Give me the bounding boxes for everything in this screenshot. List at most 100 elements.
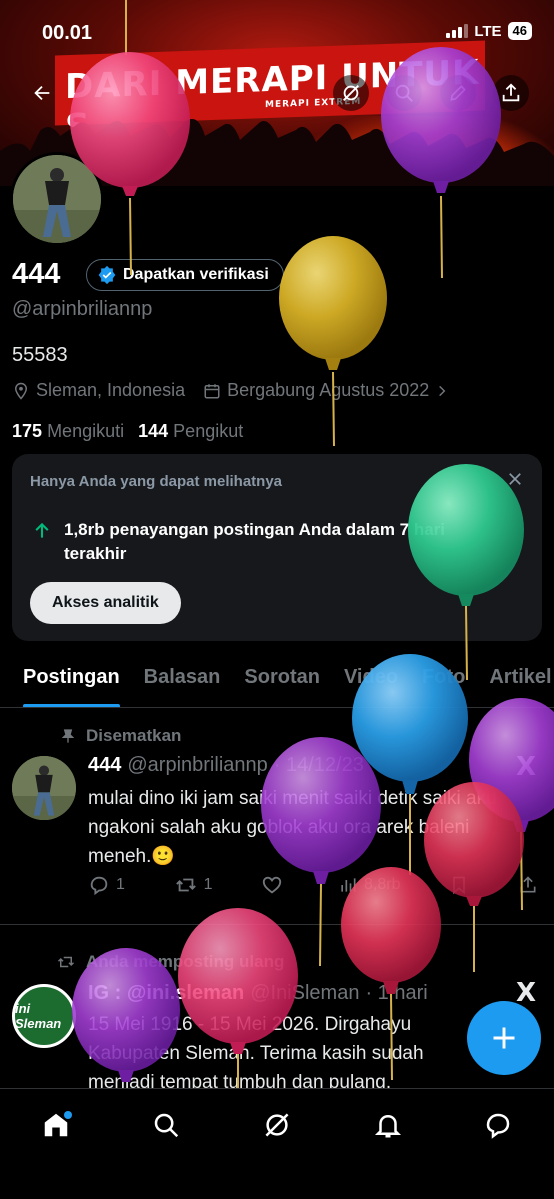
repost-count: 1 <box>203 876 213 893</box>
views-count: 8,8rb <box>364 876 401 893</box>
analytics-access-button[interactable]: Akses analitik <box>30 582 181 624</box>
only-you-label: Hanya Anda yang dapat melihatnya <box>30 473 283 490</box>
battery-level: 46 <box>507 22 532 40</box>
post-author-handle[interactable]: @arpinbriliannp <box>127 754 267 777</box>
post-author-name[interactable]: 444 <box>88 754 121 777</box>
get-verified-button[interactable]: Dapatkan verifikasi <box>86 259 284 291</box>
search-button[interactable] <box>386 75 422 111</box>
following-link[interactable]: 175 Mengikuti <box>12 421 124 442</box>
calendar-icon <box>204 383 220 398</box>
nav-messages[interactable] <box>478 1105 518 1145</box>
post-header: 444 @arpinbriliannp · 14/12/23 <box>88 754 364 777</box>
search-icon <box>395 84 413 102</box>
repost-icon <box>57 956 75 968</box>
nav-home[interactable] <box>36 1105 76 1145</box>
post-avatar-figure <box>12 756 76 820</box>
analytics-stat-text: 1,8rb penayangan postingan Anda dalam 7 … <box>64 520 446 563</box>
profile-name: 444 <box>12 258 61 290</box>
status-time: 00.01 <box>42 22 93 44</box>
grok-icon <box>343 85 359 101</box>
post-text[interactable]: mulai dino iki jam saiki menit saiki det… <box>88 784 518 871</box>
share-post-button[interactable] <box>518 874 538 896</box>
grok-button[interactable] <box>333 75 369 111</box>
location-icon <box>14 382 28 400</box>
tab-posts[interactable]: Postingan <box>23 660 120 707</box>
signal-icon <box>446 24 469 38</box>
avatar-figure <box>13 155 101 243</box>
analytics-stat: 1,8rb penayangan postingan Anda dalam 7 … <box>32 518 452 566</box>
repost-text[interactable]: 15 Mei 1916 - 15 Mei 2026. Dirgahayu Kab… <box>88 1010 468 1097</box>
repost-header: IG : @ini.sleman @IniSleman · 1 hari <box>88 982 428 1005</box>
profile-meta: Sleman, Indonesia Bergabung Agustus 2022 <box>12 380 461 401</box>
reply-icon <box>90 876 108 896</box>
joined-text: Bergabung Agustus 2022 <box>227 380 430 400</box>
repost-author-name[interactable]: IG : @ini.sleman <box>88 982 244 1005</box>
repost-author-handle[interactable]: @IniSleman <box>250 982 359 1005</box>
profile-handle: @arpinbriliannp <box>12 298 153 320</box>
nav-explore[interactable] <box>146 1105 186 1145</box>
views-button[interactable]: 8,8rb <box>338 874 400 896</box>
tab-photos[interactable]: Foto <box>422 660 465 707</box>
network-type: LTE <box>474 22 502 40</box>
profile-avatar[interactable] <box>10 152 104 246</box>
bookmark-button[interactable] <box>449 874 469 896</box>
verified-badge-icon <box>98 265 116 285</box>
bookmark-icon <box>453 876 466 895</box>
dismiss-card-button[interactable] <box>506 470 524 493</box>
reply-count: 1 <box>116 876 125 893</box>
compose-button[interactable] <box>467 1001 541 1075</box>
reply-button[interactable]: 1 <box>88 874 125 896</box>
edit-icon <box>450 85 466 101</box>
followers-link[interactable]: 144 Pengikut <box>138 421 243 442</box>
nav-grok[interactable] <box>257 1105 297 1145</box>
back-arrow-icon <box>34 85 50 101</box>
tab-highlights[interactable]: Sorotan <box>244 660 320 707</box>
following-label: Mengikuti <box>47 421 125 441</box>
repost-time: · 1 hari <box>365 982 428 1004</box>
x-logo-icon: X <box>516 752 537 782</box>
followers-label: Pengikut <box>173 421 244 441</box>
status-bar: 00.01 LTE 46 <box>0 0 554 66</box>
get-verified-label: Dapatkan verifikasi <box>123 266 269 283</box>
followers-count: 144 <box>138 421 169 441</box>
profile-tabs: Postingan Balasan Sorotan Video Foto Art… <box>0 660 554 708</box>
joined-item[interactable]: Bergabung Agustus 2022 <box>203 380 449 401</box>
sleman-avatar-text: ini Sleman <box>15 1001 62 1031</box>
share-profile-button[interactable] <box>493 75 529 111</box>
post-avatar[interactable] <box>12 756 76 820</box>
repost-icon <box>175 878 196 892</box>
post-actions: 1 1 8,8rb <box>88 874 538 896</box>
post-divider <box>0 924 554 925</box>
repost-indicator: Anda memposting ulang <box>56 952 284 972</box>
repost-label: Anda memposting ulang <box>86 952 285 971</box>
location-item: Sleman, Indonesia <box>12 380 185 401</box>
share-icon <box>502 83 520 102</box>
status-right: LTE 46 <box>446 22 532 40</box>
notifications-icon <box>374 1114 402 1138</box>
post-date: · 14/12/23 <box>273 754 364 776</box>
grok-icon <box>265 1113 289 1137</box>
tab-articles[interactable]: Artikel <box>489 660 551 707</box>
nav-notifications[interactable] <box>368 1105 408 1145</box>
tab-replies[interactable]: Balasan <box>144 660 221 707</box>
balloon-yellow <box>279 236 387 447</box>
close-icon <box>509 473 521 485</box>
edit-button[interactable] <box>440 75 476 111</box>
pinned-indicator: Disematkan <box>60 726 181 746</box>
profile-bio: 55583 <box>12 344 68 366</box>
location-text: Sleman, Indonesia <box>36 380 186 400</box>
sleman-avatar[interactable]: ini Sleman <box>12 984 76 1048</box>
search-icon <box>154 1113 179 1138</box>
analytics-card: Hanya Anda yang dapat melihatnya 1,8rb p… <box>12 454 542 641</box>
arrow-up-icon <box>35 522 49 538</box>
repost-button[interactable]: 1 <box>174 874 213 896</box>
plus-icon <box>493 1027 515 1049</box>
tab-video[interactable]: Video <box>344 660 398 707</box>
like-icon <box>263 876 282 894</box>
views-icon <box>341 878 356 892</box>
like-button[interactable] <box>261 874 289 896</box>
chevron-right-icon <box>439 385 446 396</box>
messages-icon <box>486 1113 510 1139</box>
back-button[interactable] <box>24 75 60 111</box>
follow-stats: 175 Mengikuti 144 Pengikut <box>12 421 243 442</box>
